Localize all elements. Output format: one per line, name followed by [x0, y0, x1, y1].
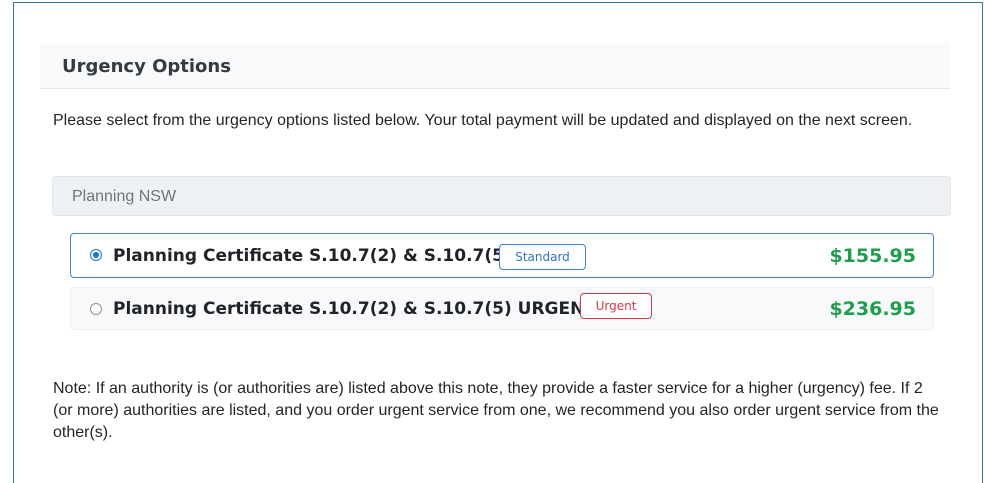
option-label: Planning Certificate S.10.7(2) & S.10.7(… [113, 246, 512, 266]
intro-text: Please select from the urgency options l… [53, 112, 913, 129]
radio-button-selected[interactable] [90, 249, 102, 261]
radio-button-unselected[interactable] [90, 303, 102, 315]
urgency-option-standard[interactable]: Planning Certificate S.10.7(2) & S.10.7(… [70, 233, 934, 278]
urgent-badge: Urgent [580, 293, 652, 319]
option-price: $236.95 [829, 298, 916, 320]
urgency-option-urgent[interactable]: Planning Certificate S.10.7(2) & S.10.7(… [70, 287, 934, 330]
authority-name: Planning NSW [72, 188, 177, 205]
authority-header: Planning NSW [52, 176, 951, 216]
urgency-note: Note: If an authority is (or authorities… [53, 380, 939, 441]
option-price: $155.95 [829, 245, 916, 267]
section-header: Urgency Options [40, 43, 950, 89]
option-label: Planning Certificate S.10.7(2) & S.10.7(… [113, 299, 596, 319]
standard-badge: Standard [499, 244, 586, 270]
section-title: Urgency Options [62, 56, 231, 77]
